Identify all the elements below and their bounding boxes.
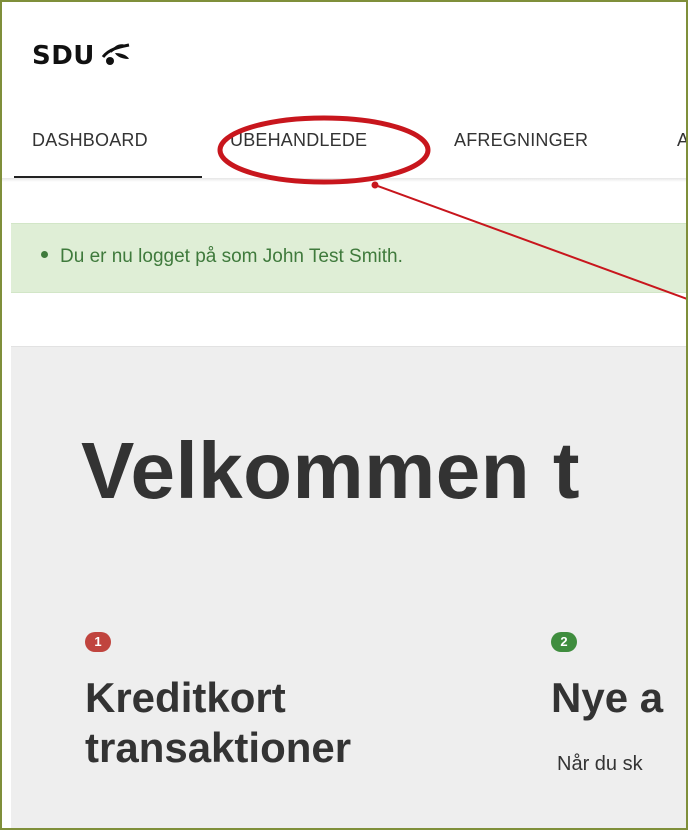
main-nav: DASHBOARD UBEHANDLEDE AFREGNINGER A	[2, 114, 686, 180]
card-title-line2: transaktioner	[85, 724, 352, 771]
nav-afregninger[interactable]: AFREGNINGER	[454, 130, 588, 151]
alert-message: Du er nu logget på som John Test Smith.	[41, 246, 403, 268]
card-title-line1: Kreditkort	[85, 674, 286, 721]
card2-title: Nye a	[551, 674, 664, 721]
login-alert: Du er nu logget på som John Test Smith.	[11, 223, 686, 293]
nav-dashboard[interactable]: DASHBOARD	[32, 130, 148, 151]
alert-message-text: Du er nu logget på som John Test Smith.	[60, 246, 403, 267]
sdu-logo[interactable]: SDU	[32, 38, 131, 74]
welcome-section: Velkommen t 1 Kreditkort transaktioner 2…	[11, 346, 686, 828]
logo-text: SDU	[32, 41, 95, 71]
app-window: SDU DASHBOARD UBEHANDLEDE AFREGNINGER A …	[0, 0, 688, 830]
nav-ubehandlede[interactable]: UBEHANDLEDE	[230, 130, 367, 151]
header: SDU DASHBOARD UBEHANDLEDE AFREGNINGER A	[2, 2, 686, 182]
header-divider	[2, 178, 686, 182]
bullet-icon	[41, 251, 48, 259]
annotation-dot	[371, 181, 379, 189]
welcome-title: Velkommen t	[81, 426, 581, 515]
card2-description: Når du sk	[557, 753, 643, 775]
step-badge-1: 1	[85, 632, 111, 652]
step-badge-2: 2	[551, 632, 577, 652]
olive-branch-icon	[101, 41, 131, 72]
nav-item-truncated[interactable]: A	[677, 130, 686, 151]
